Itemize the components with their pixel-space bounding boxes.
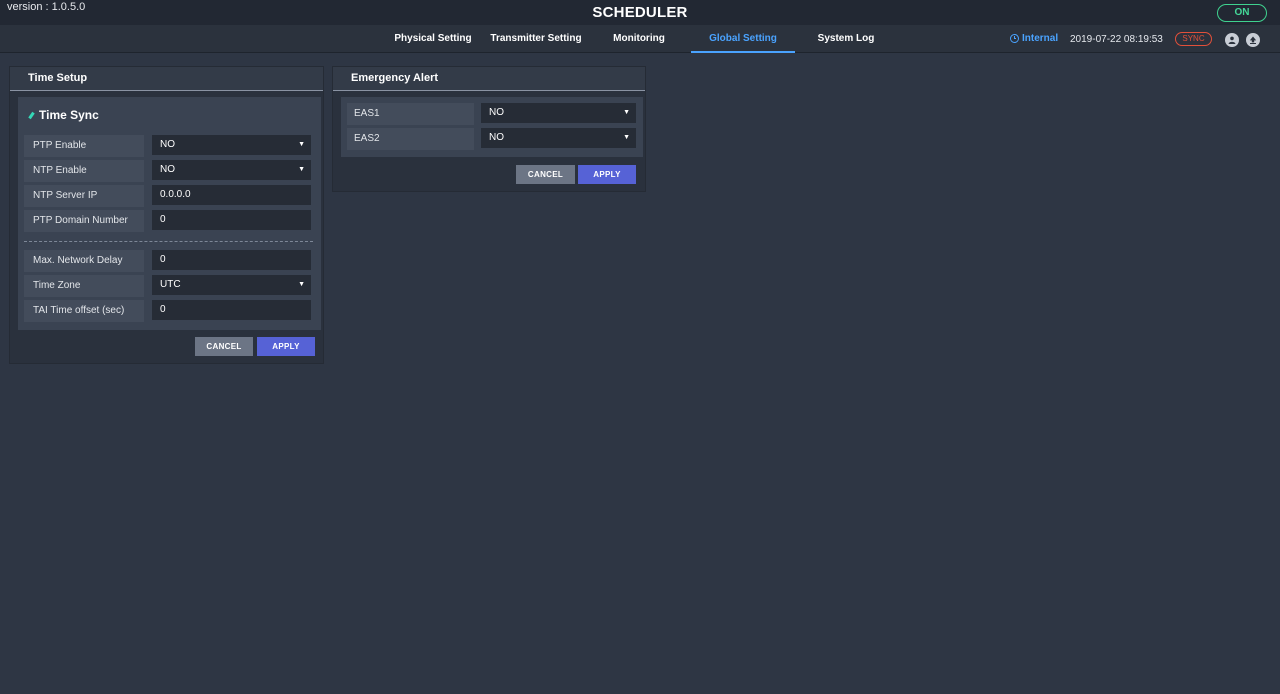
time-zone-label: Time Zone [24,275,144,297]
ntp-server-ip-row: NTP Server IP 0.0.0.0 [24,185,313,207]
main-nav: Physical Setting Transmitter Setting Mon… [0,25,1280,53]
clock-icon [1010,34,1019,43]
emergency-alert-section: EAS1 NO ▼ EAS2 NO ▼ [341,97,643,157]
ptp-enable-value: NO [160,139,175,150]
eas2-label: EAS2 [347,128,474,150]
sync-button[interactable]: SYNC [1175,32,1212,46]
ptp-enable-select[interactable]: NO ▼ [152,135,311,155]
time-sync-section: Time Sync PTP Enable NO ▼ NTP Enable NO … [18,97,321,330]
time-sync-heading: Time Sync [28,108,99,122]
ntp-enable-label: NTP Enable [24,160,144,182]
chevron-down-icon: ▼ [298,281,305,288]
user-icon [1228,36,1236,44]
clock-source-label: Internal [1022,33,1059,44]
eas1-select[interactable]: NO ▼ [481,103,636,123]
time-setup-apply-button[interactable]: APPLY [257,337,315,356]
time-setup-cancel-button[interactable]: CANCEL [195,337,253,356]
app-title: SCHEDULER [592,4,688,21]
clock-source[interactable]: Internal [1010,33,1058,44]
eas2-select[interactable]: NO ▼ [481,128,636,148]
tai-time-offset-label: TAI Time offset (sec) [24,300,144,322]
max-network-delay-row: Max. Network Delay (ms) 0 [24,250,313,288]
ptp-enable-label: PTP Enable [24,135,144,157]
ptp-enable-row: PTP Enable NO ▼ [24,135,313,157]
logout-button[interactable] [1246,33,1260,47]
chevron-down-icon: ▼ [298,141,305,148]
emergency-alert-title: Emergency Alert [333,67,645,91]
tab-monitoring[interactable]: Monitoring [604,25,674,53]
ptp-domain-number-input[interactable]: 0 [152,210,311,230]
tab-transmitter-setting[interactable]: Transmitter Setting [486,25,586,53]
tab-system-log[interactable]: System Log [811,25,881,53]
top-bar: version : 1.0.5.0 SCHEDULER ON [0,0,1280,25]
logout-icon [1249,36,1257,44]
user-button[interactable] [1225,33,1239,47]
current-datetime: 2019-07-22 08:19:53 [1070,34,1163,45]
ntp-enable-select[interactable]: NO ▼ [152,160,311,180]
time-zone-row: Time Zone UTC ▼ [24,275,313,297]
eas1-row: EAS1 NO ▼ [347,103,637,125]
time-setup-title: Time Setup [10,67,323,91]
emergency-alert-panel: Emergency Alert EAS1 NO ▼ EAS2 NO ▼ CANC… [332,66,646,192]
eas1-label: EAS1 [347,103,474,125]
max-network-delay-input[interactable]: 0 [152,250,311,270]
tab-global-setting[interactable]: Global Setting [691,25,795,53]
chevron-down-icon: ▼ [623,134,630,141]
emergency-alert-cancel-button[interactable]: CANCEL [516,165,575,184]
eas1-value: NO [489,107,504,118]
ptp-domain-number-row: PTP Domain Number 0 [24,210,313,232]
eas2-row: EAS2 NO ▼ [347,128,637,150]
ntp-server-ip-label: NTP Server IP [24,185,144,207]
tab-physical-setting[interactable]: Physical Setting [388,25,478,53]
tai-time-offset-input[interactable]: 0 [152,300,311,320]
ntp-enable-value: NO [160,164,175,175]
time-sync-title: Time Sync [39,108,99,122]
power-toggle[interactable]: ON [1217,4,1267,22]
tai-time-offset-row: TAI Time offset (sec) 0 [24,300,313,322]
pencil-icon [28,111,35,119]
emergency-alert-apply-button[interactable]: APPLY [578,165,636,184]
ntp-enable-row: NTP Enable NO ▼ [24,160,313,182]
time-zone-select[interactable]: UTC ▼ [152,275,311,295]
ptp-domain-number-label: PTP Domain Number [24,210,144,232]
max-network-delay-label: Max. Network Delay (ms) [24,250,144,288]
chevron-down-icon: ▼ [298,166,305,173]
section-divider [24,241,313,242]
ntp-server-ip-input[interactable]: 0.0.0.0 [152,185,311,205]
time-setup-panel: Time Setup Time Sync PTP Enable NO ▼ NTP… [9,66,324,364]
eas2-value: NO [489,132,504,143]
time-zone-value: UTC [160,279,181,290]
chevron-down-icon: ▼ [623,109,630,116]
